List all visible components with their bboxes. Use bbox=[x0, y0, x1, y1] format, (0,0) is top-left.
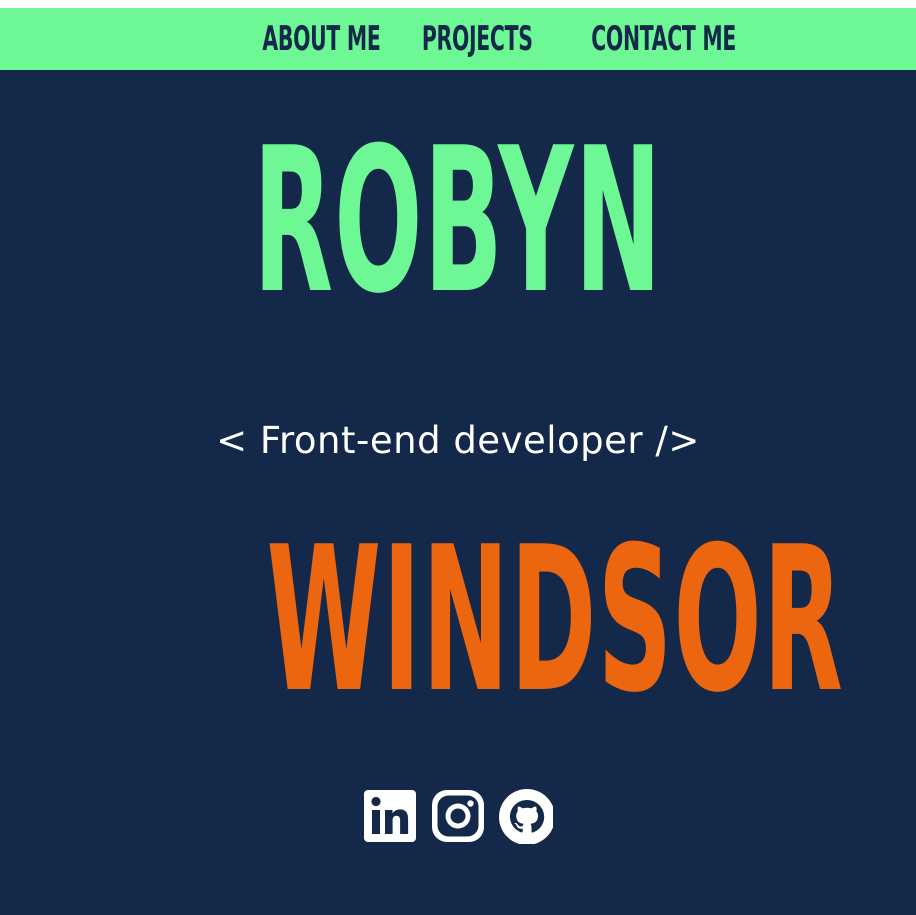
linkedin-icon bbox=[364, 790, 416, 842]
first-name-heading: ROBYN bbox=[0, 105, 916, 338]
top-navbar: ABOUT ME PROJECTS CONTACT ME bbox=[0, 8, 916, 70]
first-name-text: ROBYN bbox=[253, 105, 663, 338]
instagram-icon bbox=[432, 790, 484, 842]
github-link[interactable] bbox=[499, 788, 553, 844]
github-icon bbox=[499, 789, 553, 844]
tagline: < Front-end developer /> bbox=[216, 419, 700, 462]
nav-link-contact[interactable]: CONTACT ME bbox=[591, 19, 736, 59]
nav-link-projects[interactable]: PROJECTS bbox=[422, 19, 533, 59]
instagram-link[interactable] bbox=[431, 788, 485, 844]
social-links bbox=[0, 786, 916, 846]
nav-item-contact[interactable]: CONTACT ME bbox=[543, 19, 736, 59]
nav-item-about[interactable]: ABOUT ME bbox=[223, 19, 380, 59]
linkedin-link[interactable] bbox=[363, 788, 417, 844]
nav-item-projects[interactable]: PROJECTS bbox=[385, 19, 533, 59]
last-name-heading: WINDSOR bbox=[0, 504, 916, 737]
page-background: ABOUT ME PROJECTS CONTACT ME ROBYN < Fro… bbox=[0, 8, 916, 915]
last-name-text: WINDSOR bbox=[266, 504, 844, 737]
nav-link-about[interactable]: ABOUT ME bbox=[262, 19, 380, 59]
